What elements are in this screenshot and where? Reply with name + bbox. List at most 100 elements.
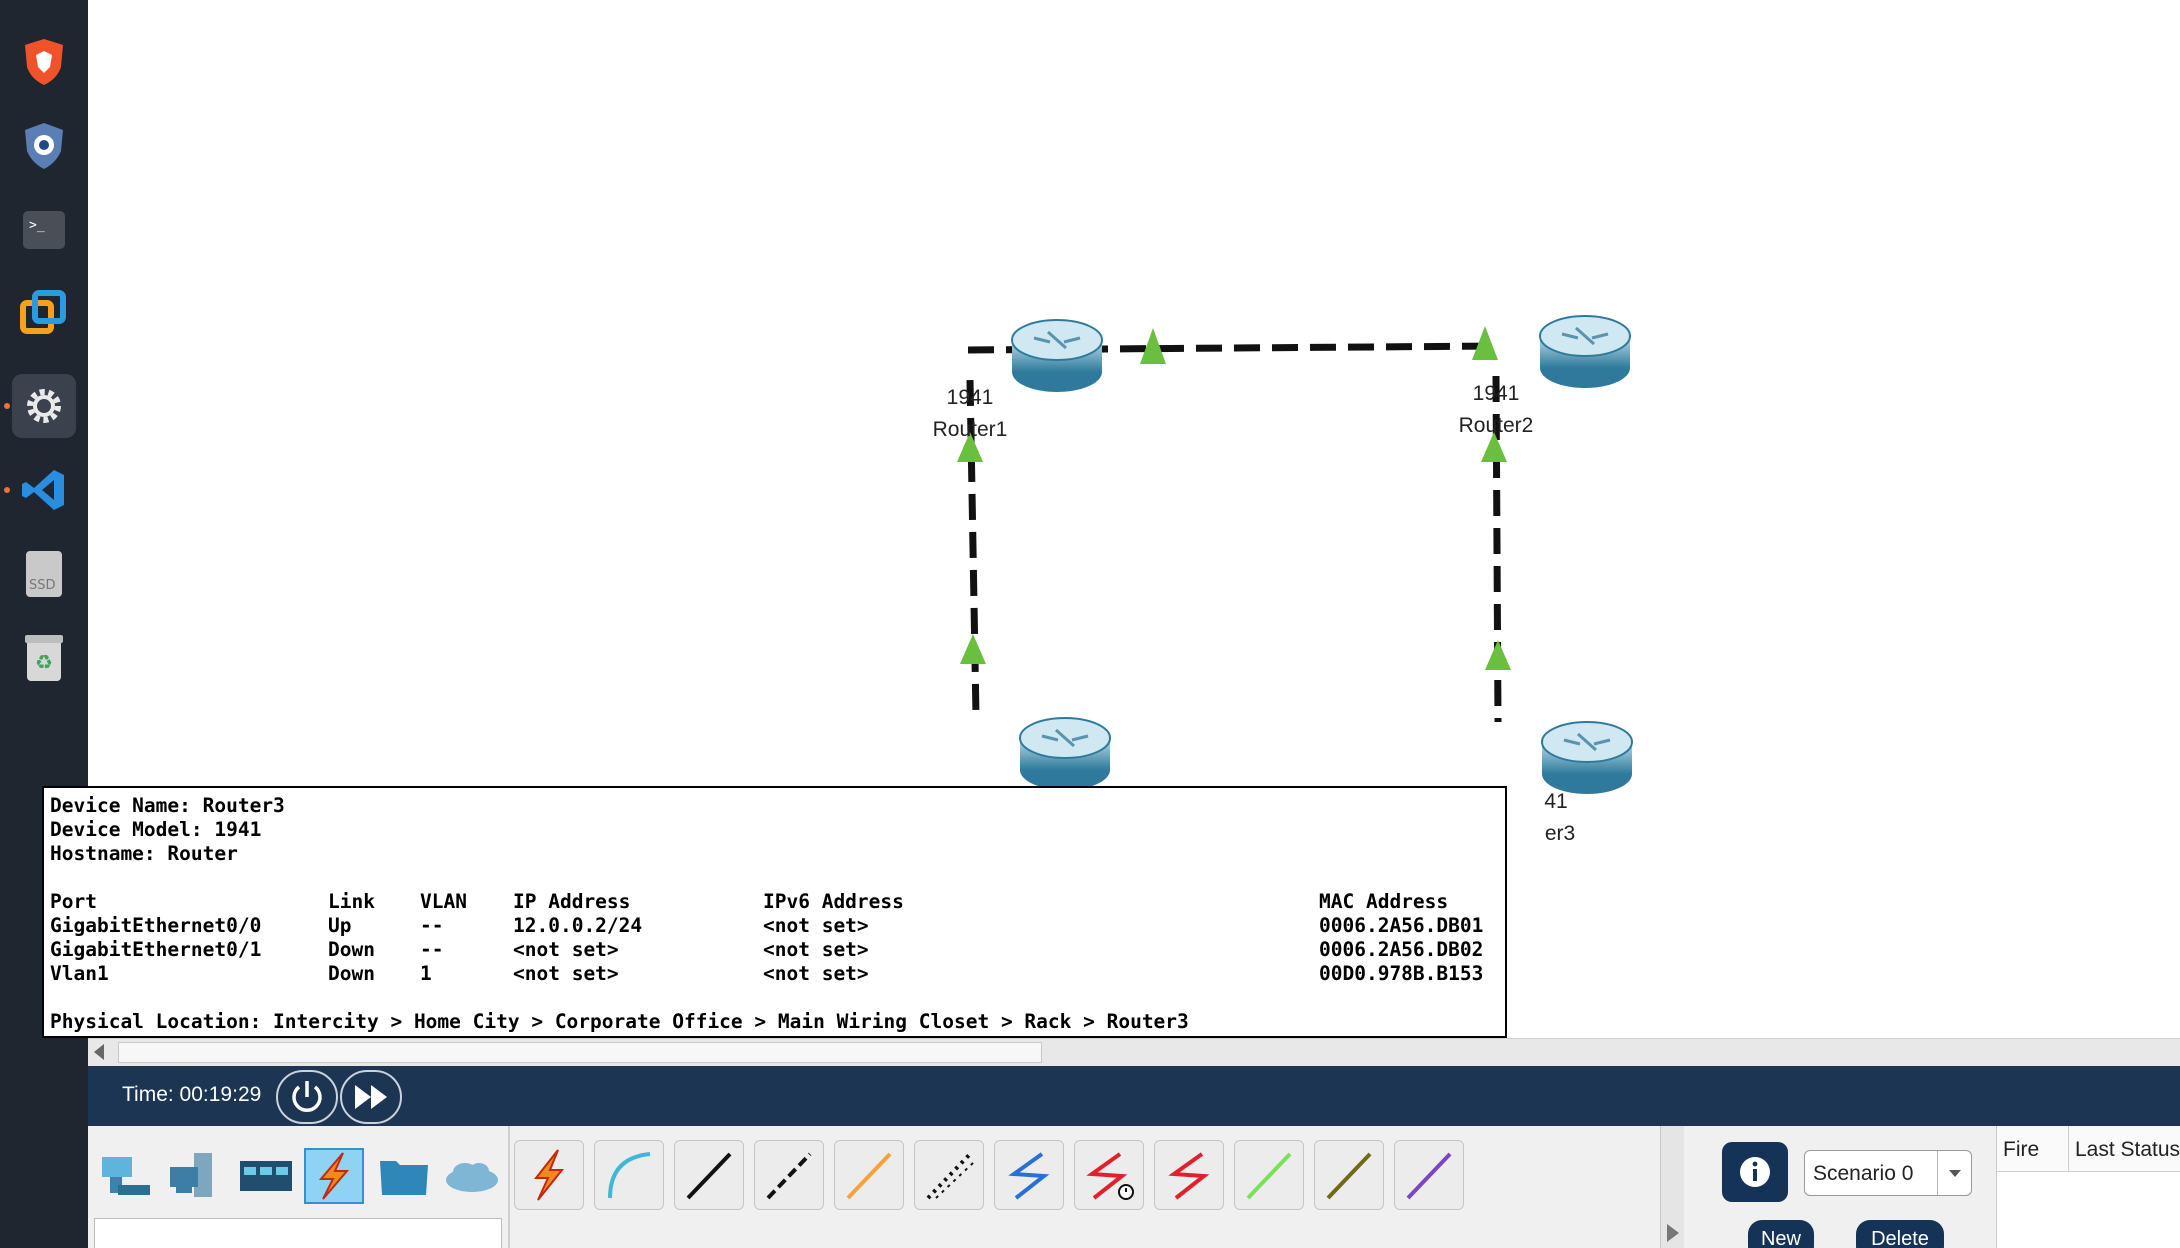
components-icon: [240, 1161, 292, 1191]
column-header-last-status[interactable]: Last Status: [2069, 1126, 2180, 1172]
multiuser-category[interactable]: [442, 1148, 502, 1204]
miscellaneous-category[interactable]: [374, 1148, 434, 1204]
power-cycle-devices-button[interactable]: [276, 1070, 338, 1124]
octal-cable-button[interactable]: [1234, 1140, 1304, 1210]
header-mac: MAC Address: [1319, 890, 1449, 913]
port-name: Vlan1: [50, 962, 109, 985]
vscode-icon: [22, 470, 64, 510]
network-devices-category[interactable]: [96, 1148, 156, 1204]
gear-icon: [27, 389, 61, 423]
header-port: Port: [50, 890, 97, 913]
shield-lock-icon: [25, 123, 63, 169]
chevron-down-icon[interactable]: [1937, 1151, 1971, 1195]
network-devices-icon: [102, 1157, 150, 1195]
device-subcategory-list[interactable]: [94, 1218, 502, 1248]
link-up-indicator: [1485, 640, 1511, 670]
ssd-drive-launcher[interactable]: SSD: [12, 542, 76, 606]
fiber-cable-icon: [846, 1152, 892, 1200]
tooltip-hostname: Hostname: Router: [50, 842, 238, 865]
scrollbar-thumb[interactable]: [118, 1042, 1042, 1063]
port-link: Up: [328, 914, 352, 937]
serial-dte-button[interactable]: [1154, 1140, 1224, 1210]
router2-model-label: 1941: [1472, 382, 1520, 405]
router4-device[interactable]: [1541, 721, 1633, 794]
port-ipv6: <not set>: [763, 962, 869, 985]
column-header-fire[interactable]: Fire: [1997, 1126, 2069, 1172]
scenario-select[interactable]: Scenario 0: [1804, 1150, 1972, 1196]
delete-scenario-button[interactable]: Delete: [1856, 1220, 1944, 1248]
usb-cable-button[interactable]: [1394, 1140, 1464, 1210]
tooltip-device-name: Device Name: Router3: [50, 794, 285, 817]
router2-device[interactable]: [1539, 315, 1631, 388]
fast-forward-time-button[interactable]: [340, 1070, 402, 1124]
port-name: GigabitEthernet0/0: [50, 914, 262, 937]
scroll-right-arrow-icon[interactable]: [1667, 1224, 1679, 1242]
link-up-indicator: [960, 634, 986, 664]
terminal-launcher[interactable]: >_: [12, 198, 76, 262]
cross-over-cable-icon: [766, 1152, 812, 1200]
auto-connection-icon: [533, 1149, 565, 1201]
copper-cross-over-button[interactable]: [754, 1140, 824, 1210]
components-category[interactable]: [236, 1148, 296, 1204]
tooltip-port-row: GigabitEthernet0/1 Down -- <not set> <no…: [50, 938, 1505, 962]
copper-straight-through-button[interactable]: [674, 1140, 744, 1210]
port-vlan: --: [420, 938, 444, 961]
vpn-shield-launcher[interactable]: [12, 114, 76, 178]
console-cable-button[interactable]: [594, 1140, 664, 1210]
end-devices-category[interactable]: [166, 1148, 226, 1204]
port-ip: <not set>: [513, 962, 619, 985]
tooltip-port-row: Vlan1 Down 1 <not set> <not set> 00D0.97…: [50, 962, 1505, 986]
tooltip-device-model: Device Model: 1941: [50, 818, 262, 841]
header-vlan: VLAN: [420, 890, 467, 913]
header-link: Link: [328, 890, 375, 913]
folder-icon: [380, 1161, 428, 1195]
scenario-selected-value: Scenario 0: [1813, 1162, 1914, 1185]
pdu-list-table: Fire Last Status: [1996, 1126, 2180, 1248]
new-scenario-button[interactable]: New: [1748, 1220, 1814, 1248]
phone-cable-button[interactable]: [914, 1140, 984, 1210]
router1-model-label: 1941: [946, 386, 994, 409]
cloud-icon: [446, 1163, 498, 1192]
end-devices-icon: [170, 1153, 212, 1197]
connections-category[interactable]: [304, 1148, 364, 1204]
port-link: Down: [328, 938, 375, 961]
vmware-launcher[interactable]: [12, 282, 76, 346]
connections-scrollbar[interactable]: [1660, 1126, 1684, 1248]
settings-launcher[interactable]: [12, 374, 76, 438]
workspace-horizontal-scrollbar[interactable]: [88, 1038, 2180, 1066]
scroll-left-arrow-icon[interactable]: [94, 1044, 104, 1060]
port-ipv6: <not set>: [763, 914, 869, 937]
running-indicator: [4, 487, 10, 493]
port-ipv6: <not set>: [763, 938, 869, 961]
automatic-connection-button[interactable]: [514, 1140, 584, 1210]
packet-tracer-window: >_ SSD ♻ 1941 Router1 1941 Router2 41 er…: [0, 0, 2180, 1248]
svg-text:SSD: SSD: [29, 578, 56, 593]
port-vlan: --: [420, 914, 444, 937]
router4-name-label: er3: [1544, 822, 1576, 845]
header-ip: IP Address: [513, 890, 631, 913]
tooltip-port-header: Port Link VLAN IP Address IPv6 Address M…: [50, 890, 1505, 914]
coaxial-cable-icon: [1008, 1152, 1050, 1200]
lion-shield-icon: [25, 39, 63, 85]
serial-dce-icon: [1086, 1152, 1134, 1200]
iot-custom-cable-button[interactable]: [1314, 1140, 1384, 1210]
svg-text:♻: ♻: [35, 650, 53, 674]
serial-dce-button[interactable]: [1074, 1140, 1144, 1210]
coaxial-cable-button[interactable]: [994, 1140, 1064, 1210]
straight-through-cable-icon: [686, 1152, 732, 1200]
vscode-launcher[interactable]: [12, 458, 76, 522]
svg-text:>_: >_: [29, 218, 45, 233]
serial-dte-icon: [1168, 1152, 1210, 1200]
fiber-cable-button[interactable]: [834, 1140, 904, 1210]
drive-icon: SSD: [26, 551, 62, 597]
router1-device[interactable]: [1011, 319, 1103, 392]
scenario-info-button[interactable]: [1722, 1142, 1788, 1202]
brave-browser-launcher[interactable]: [12, 30, 76, 94]
port-name: GigabitEthernet0/1: [50, 938, 262, 961]
router3-device[interactable]: [1019, 717, 1111, 790]
realtime-bar: Time: 00:19:29: [88, 1066, 2180, 1126]
trash-launcher[interactable]: ♻: [12, 626, 76, 690]
port-mac: 0006.2A56.DB01: [1319, 914, 1484, 937]
info-icon: [1740, 1157, 1770, 1187]
power-cycle-icon: [292, 1081, 322, 1112]
